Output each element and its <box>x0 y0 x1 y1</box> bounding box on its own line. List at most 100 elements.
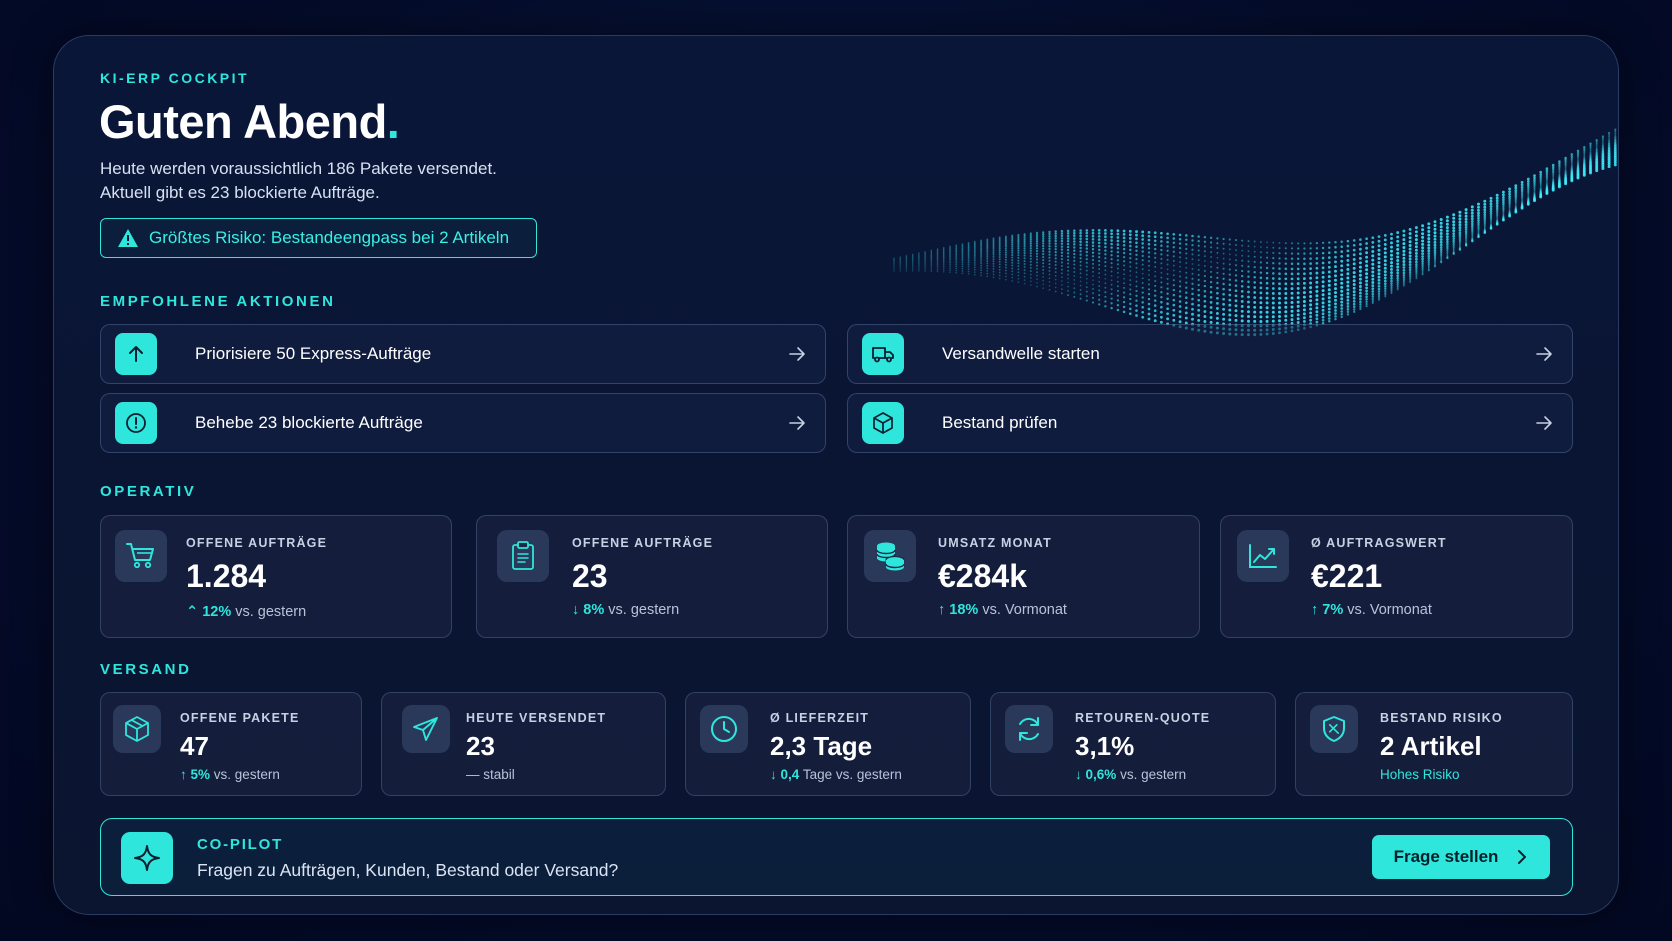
clock-icon <box>700 705 748 753</box>
package-icon <box>113 705 161 753</box>
summary-line-1: Heute werden voraussichtlich 186 Pakete … <box>100 159 497 178</box>
action-label: Bestand prüfen <box>942 413 1058 432</box>
send-icon <box>402 705 450 753</box>
kpi-delta: ↑ 18% vs. Vormonat <box>938 602 1067 618</box>
shipping-card-inventory-risk[interactable]: BESTAND RISIKO 2 Artikel Hohes Risiko <box>1295 692 1573 796</box>
clipboard-icon <box>497 530 549 582</box>
kpi-value: 23 <box>572 558 608 594</box>
copilot-title: CO-PILOT <box>197 836 284 853</box>
shipping-delta: ↓ 0,4 Tage vs. gestern <box>770 767 902 782</box>
arrow-up-icon <box>115 333 157 375</box>
copilot-prompt: Fragen zu Aufträgen, Kunden, Bestand ode… <box>197 860 619 880</box>
kpi-value: 1.284 <box>186 558 267 594</box>
shipping-label: RETOUREN-QUOTE <box>1075 711 1211 725</box>
shipping-label: HEUTE VERSENDET <box>466 711 607 725</box>
section-title-actions: EMPFOHLENE AKTIONEN <box>100 293 336 310</box>
delta-value: 0,4 <box>780 767 800 782</box>
action-label: Priorisiere 50 Express-Aufträge <box>195 344 432 363</box>
section-title-operativ: OPERATIV <box>100 483 197 500</box>
action-fix-blocked-orders[interactable]: Behebe 23 blockierte Aufträge <box>100 393 826 453</box>
delta-value: 18% <box>949 602 979 618</box>
app-eyebrow: KI-ERP COCKPIT <box>100 70 250 86</box>
refresh-icon <box>1005 705 1053 753</box>
risk-level-text: Hohes Risiko <box>1380 767 1460 782</box>
cockpit-panel: KI-ERP COCKPIT Guten Abend. Heute werden… <box>53 35 1619 915</box>
shipping-value: 3,1% <box>1075 731 1135 761</box>
summary-text: Heute werden voraussichtlich 186 Pakete … <box>100 157 497 205</box>
shipping-delta: ↑ 5% vs. gestern <box>180 767 280 782</box>
shipping-value: 2 Artikel <box>1380 731 1482 761</box>
shipping-delta: — stabil <box>466 767 515 782</box>
shipping-value: 47 <box>180 731 209 761</box>
arrow-right-icon <box>1536 416 1552 430</box>
action-prioritize-express[interactable]: Priorisiere 50 Express-Aufträge <box>100 324 826 384</box>
kpi-label: OFFENE AUFTRÄGE <box>186 536 328 550</box>
action-start-shipping-wave[interactable]: Versandwelle starten <box>847 324 1573 384</box>
shipping-delta: ↓ 0,6% vs. gestern <box>1075 767 1186 782</box>
kpi-value: €221 <box>1311 558 1383 594</box>
shipping-value: 23 <box>466 731 495 761</box>
arrow-right-icon <box>789 347 805 361</box>
shipping-card-open-packages[interactable]: OFFENE PAKETE 47 ↑ 5% vs. gestern <box>100 692 362 796</box>
delta-text: Tage vs. gestern <box>802 767 902 782</box>
delta-value: 8% <box>583 602 605 618</box>
particle-wave-graphic <box>893 128 1617 337</box>
summary-line-2: Aktuell gibt es 23 blockierte Aufträge. <box>100 183 380 202</box>
shipping-value: 2,3 Tage <box>770 731 873 761</box>
delta-value: 12% <box>202 604 232 620</box>
ask-question-label: Frage stellen <box>1393 847 1499 866</box>
risk-banner[interactable]: Größtes Risiko: Bestandeengpass bei 2 Ar… <box>100 218 537 258</box>
delta-text: vs. Vormonat <box>982 602 1067 618</box>
kpi-delta: ⌃ 12% vs. gestern <box>186 604 306 620</box>
box-icon <box>862 402 904 444</box>
delta-text: vs. gestern <box>235 604 307 620</box>
delta-arrow: ↓ <box>572 602 580 618</box>
kpi-delta: ↑ 7% vs. Vormonat <box>1311 602 1432 618</box>
greeting-text: Guten Abend <box>99 95 387 148</box>
risk-banner-text: Größtes Risiko: Bestandeengpass bei 2 Ar… <box>149 228 510 247</box>
arrow-right-icon <box>1536 347 1552 361</box>
kpi-card-monthly-revenue[interactable]: UMSATZ MONAT €284k ↑ 18% vs. Vormonat <box>847 515 1200 638</box>
kpi-label: UMSATZ MONAT <box>938 536 1052 550</box>
action-check-inventory[interactable]: Bestand prüfen <box>847 393 1573 453</box>
delta-arrow: ↑ <box>938 602 946 618</box>
delta-text: vs. gestern <box>1120 767 1187 782</box>
shipping-card-return-rate[interactable]: RETOUREN-QUOTE 3,1% ↓ 0,6% vs. gestern <box>990 692 1276 796</box>
action-label: Versandwelle starten <box>942 344 1100 363</box>
shield-icon <box>1310 705 1358 753</box>
shipping-card-delivery-time[interactable]: Ø LIEFERZEIT 2,3 Tage ↓ 0,4 Tage vs. ges… <box>685 692 971 796</box>
cart-icon <box>115 530 167 582</box>
sparkle-icon <box>121 832 173 884</box>
action-label: Behebe 23 blockierte Aufträge <box>195 413 423 432</box>
alert-circle-icon <box>115 402 157 444</box>
trend-chart-icon <box>1237 530 1289 582</box>
kpi-card-open-orders-2[interactable]: OFFENE AUFTRÄGE 23 ↓ 8% vs. gestern <box>476 515 828 638</box>
delta-text: vs. Vormonat <box>1347 602 1432 618</box>
delta-arrow: ⌃ <box>186 604 199 620</box>
delta-arrow: ↑ <box>180 767 187 782</box>
kpi-card-open-orders[interactable]: OFFENE AUFTRÄGE 1.284 ⌃ 12% vs. gestern <box>100 515 452 638</box>
kpi-card-average-order-value[interactable]: Ø AUFTRAGSWERT €221 ↑ 7% vs. Vormonat <box>1220 515 1573 638</box>
section-title-versand: VERSAND <box>100 661 192 678</box>
greeting-dot: . <box>386 95 400 148</box>
shipping-label: BESTAND RISIKO <box>1380 711 1503 725</box>
shipping-label: OFFENE PAKETE <box>180 711 300 725</box>
delta-arrow: — <box>466 767 480 782</box>
kpi-label: Ø AUFTRAGSWERT <box>1311 536 1447 550</box>
kpi-delta: ↓ 8% vs. gestern <box>572 602 679 618</box>
shipping-label: Ø LIEFERZEIT <box>770 711 870 725</box>
shipping-card-shipped-today[interactable]: HEUTE VERSENDET 23 — stabil <box>381 692 666 796</box>
arrow-right-icon <box>789 416 805 430</box>
delta-arrow: ↓ <box>1075 767 1082 782</box>
chevron-right-icon <box>1518 850 1527 864</box>
delta-text: stabil <box>483 767 515 782</box>
copilot-bar: CO-PILOT Fragen zu Aufträgen, Kunden, Be… <box>100 818 1573 896</box>
ask-question-button[interactable]: Frage stellen <box>1372 835 1550 879</box>
delta-value: 0,6% <box>1085 767 1117 782</box>
delta-arrow: ↓ <box>770 767 777 782</box>
delta-text: vs. gestern <box>608 602 680 618</box>
warning-icon <box>118 229 138 247</box>
truck-icon <box>862 333 904 375</box>
delta-value: 7% <box>1322 602 1344 618</box>
kpi-value: €284k <box>938 558 1027 594</box>
